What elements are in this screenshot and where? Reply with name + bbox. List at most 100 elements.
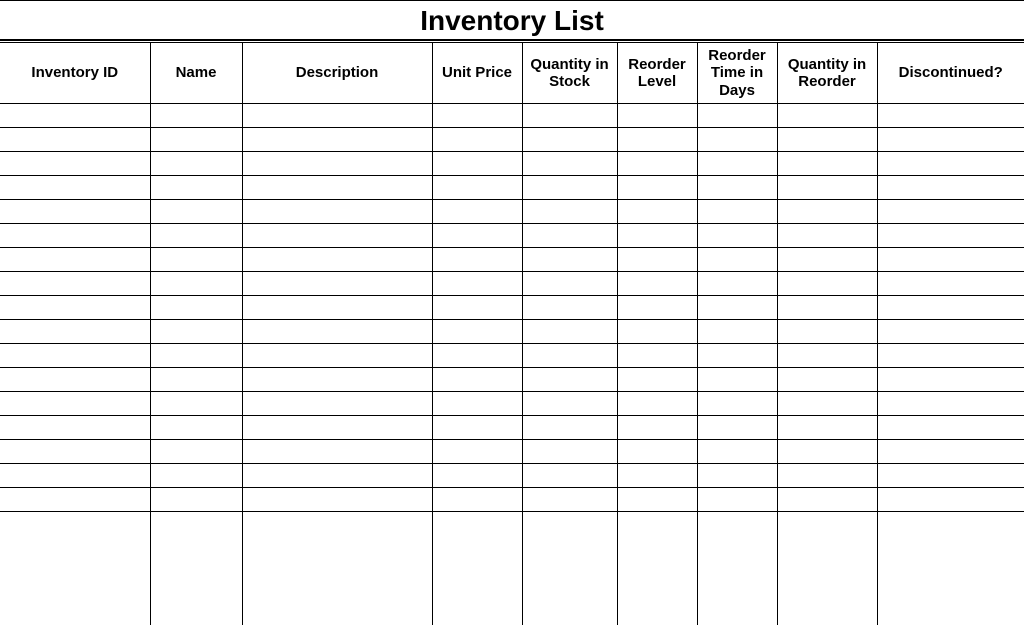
table-cell[interactable] <box>617 319 697 343</box>
table-cell[interactable] <box>242 391 432 415</box>
table-cell[interactable] <box>150 367 242 391</box>
table-cell[interactable] <box>242 511 432 549</box>
table-cell[interactable] <box>522 127 617 151</box>
table-cell[interactable] <box>522 463 617 487</box>
table-cell[interactable] <box>0 487 150 511</box>
table-cell[interactable] <box>432 487 522 511</box>
table-cell[interactable] <box>150 295 242 319</box>
table-cell[interactable] <box>242 487 432 511</box>
table-cell[interactable] <box>777 223 877 247</box>
table-cell[interactable] <box>432 271 522 295</box>
table-cell[interactable] <box>150 319 242 343</box>
table-cell[interactable] <box>697 271 777 295</box>
table-cell[interactable] <box>150 415 242 439</box>
table-cell[interactable] <box>150 511 242 549</box>
table-cell[interactable] <box>777 463 877 487</box>
table-cell[interactable] <box>617 127 697 151</box>
table-cell[interactable] <box>432 549 522 587</box>
table-cell[interactable] <box>242 367 432 391</box>
table-cell[interactable] <box>697 103 777 127</box>
table-cell[interactable] <box>777 319 877 343</box>
table-cell[interactable] <box>150 463 242 487</box>
table-cell[interactable] <box>697 439 777 463</box>
table-cell[interactable] <box>877 127 1024 151</box>
table-cell[interactable] <box>0 103 150 127</box>
table-cell[interactable] <box>242 223 432 247</box>
table-cell[interactable] <box>777 151 877 175</box>
table-cell[interactable] <box>617 199 697 223</box>
table-cell[interactable] <box>522 511 617 549</box>
table-cell[interactable] <box>877 199 1024 223</box>
table-cell[interactable] <box>432 199 522 223</box>
table-cell[interactable] <box>877 151 1024 175</box>
table-cell[interactable] <box>697 511 777 549</box>
table-cell[interactable] <box>150 487 242 511</box>
table-cell[interactable] <box>697 175 777 199</box>
table-cell[interactable] <box>242 415 432 439</box>
table-cell[interactable] <box>697 151 777 175</box>
table-cell[interactable] <box>0 127 150 151</box>
table-cell[interactable] <box>617 271 697 295</box>
table-cell[interactable] <box>697 415 777 439</box>
table-cell[interactable] <box>242 319 432 343</box>
table-cell[interactable] <box>0 319 150 343</box>
table-cell[interactable] <box>617 295 697 319</box>
table-cell[interactable] <box>522 175 617 199</box>
table-cell[interactable] <box>697 367 777 391</box>
table-cell[interactable] <box>150 587 242 625</box>
table-cell[interactable] <box>432 127 522 151</box>
table-cell[interactable] <box>432 367 522 391</box>
table-cell[interactable] <box>777 367 877 391</box>
table-cell[interactable] <box>150 127 242 151</box>
table-cell[interactable] <box>0 343 150 367</box>
table-cell[interactable] <box>617 247 697 271</box>
table-cell[interactable] <box>522 103 617 127</box>
table-cell[interactable] <box>150 175 242 199</box>
table-cell[interactable] <box>617 151 697 175</box>
table-cell[interactable] <box>877 415 1024 439</box>
table-cell[interactable] <box>697 587 777 625</box>
table-cell[interactable] <box>432 151 522 175</box>
table-cell[interactable] <box>150 343 242 367</box>
table-cell[interactable] <box>697 549 777 587</box>
table-cell[interactable] <box>617 175 697 199</box>
table-cell[interactable] <box>432 463 522 487</box>
table-cell[interactable] <box>777 271 877 295</box>
table-cell[interactable] <box>697 319 777 343</box>
table-cell[interactable] <box>432 103 522 127</box>
table-cell[interactable] <box>777 587 877 625</box>
table-cell[interactable] <box>777 199 877 223</box>
table-cell[interactable] <box>0 439 150 463</box>
table-cell[interactable] <box>877 587 1024 625</box>
table-cell[interactable] <box>877 487 1024 511</box>
table-cell[interactable] <box>432 247 522 271</box>
table-cell[interactable] <box>697 391 777 415</box>
table-cell[interactable] <box>777 127 877 151</box>
table-cell[interactable] <box>150 391 242 415</box>
table-cell[interactable] <box>432 343 522 367</box>
table-cell[interactable] <box>150 199 242 223</box>
table-cell[interactable] <box>522 271 617 295</box>
table-cell[interactable] <box>0 271 150 295</box>
table-cell[interactable] <box>522 223 617 247</box>
table-cell[interactable] <box>0 511 150 549</box>
table-cell[interactable] <box>617 587 697 625</box>
table-cell[interactable] <box>522 415 617 439</box>
table-cell[interactable] <box>777 247 877 271</box>
table-cell[interactable] <box>877 175 1024 199</box>
table-cell[interactable] <box>697 247 777 271</box>
table-cell[interactable] <box>877 463 1024 487</box>
table-cell[interactable] <box>242 295 432 319</box>
table-cell[interactable] <box>242 247 432 271</box>
table-cell[interactable] <box>242 343 432 367</box>
table-cell[interactable] <box>697 127 777 151</box>
table-cell[interactable] <box>242 127 432 151</box>
table-cell[interactable] <box>777 439 877 463</box>
table-cell[interactable] <box>777 343 877 367</box>
table-cell[interactable] <box>242 103 432 127</box>
table-cell[interactable] <box>242 271 432 295</box>
table-cell[interactable] <box>242 463 432 487</box>
table-cell[interactable] <box>150 103 242 127</box>
table-cell[interactable] <box>432 415 522 439</box>
table-cell[interactable] <box>877 247 1024 271</box>
